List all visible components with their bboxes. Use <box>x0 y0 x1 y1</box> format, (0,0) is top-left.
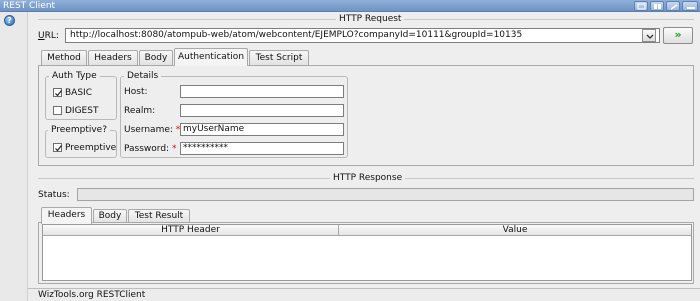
realm-label: Realm: <box>124 106 156 116</box>
basic-checkbox[interactable] <box>53 88 62 97</box>
username-input[interactable]: myUserName <box>180 123 344 136</box>
tab-method[interactable]: Method <box>41 50 87 65</box>
response-headers-table[interactable]: HTTP Header Value <box>42 224 692 281</box>
url-label: URL: <box>38 31 59 41</box>
auth-type-title: Auth Type <box>49 71 100 81</box>
response-tab-test-result[interactable]: Test Result <box>128 209 190 223</box>
column-header-http-header[interactable]: HTTP Header <box>43 225 339 236</box>
close-icon[interactable] <box>682 1 698 11</box>
tab-authentication[interactable]: Authentication <box>174 48 248 66</box>
status-bar: WizTools.org RESTClient <box>28 288 700 301</box>
preemptive-checkbox[interactable] <box>53 143 62 152</box>
basic-label: BASIC <box>65 88 92 98</box>
request-section-title: HTTP Request <box>336 14 405 24</box>
host-label: Host: <box>124 87 148 97</box>
status-label: Status: <box>38 190 70 200</box>
host-input[interactable] <box>180 85 344 98</box>
chevron-down-icon <box>646 34 654 39</box>
response-section-title: HTTP Response <box>330 173 406 183</box>
help-icon[interactable]: ? <box>4 15 15 26</box>
left-gutter: ? <box>0 12 28 301</box>
required-mark: * <box>171 144 177 154</box>
tab-test-script[interactable]: Test Script <box>249 50 309 65</box>
pin-icon[interactable] <box>650 1 664 11</box>
tab-headers[interactable]: Headers <box>88 50 138 65</box>
digest-checkbox[interactable] <box>53 106 62 115</box>
url-history-dropdown[interactable] <box>642 29 656 42</box>
title-bar: REST Client <box>0 0 700 12</box>
status-bar-text: WizTools.org RESTClient <box>38 290 146 300</box>
tab-body[interactable]: Body <box>139 50 173 65</box>
column-header-value[interactable]: Value <box>339 225 691 236</box>
password-input[interactable]: ********** <box>180 142 344 155</box>
send-request-button[interactable]: » <box>663 27 693 44</box>
realm-input[interactable] <box>180 104 344 117</box>
response-tab-body[interactable]: Body <box>93 209 127 223</box>
minimize-icon[interactable] <box>666 1 680 11</box>
password-label: Password: * <box>124 144 177 154</box>
url-input[interactable]: http://localhost:8080/atompub-web/atom/w… <box>65 28 660 43</box>
window-title: REST Client <box>3 1 56 11</box>
response-tab-headers[interactable]: Headers <box>41 207 92 224</box>
username-label: Username: * <box>124 125 181 135</box>
details-title: Details <box>124 71 162 81</box>
check-icon <box>55 90 62 97</box>
restore-icon[interactable] <box>634 1 648 11</box>
check-icon <box>55 145 62 152</box>
preemptive-label: Preemptive <box>65 143 117 153</box>
preemptive-title: Preemptive? <box>48 125 110 135</box>
status-output <box>77 188 694 201</box>
digest-label: DIGEST <box>65 106 99 116</box>
